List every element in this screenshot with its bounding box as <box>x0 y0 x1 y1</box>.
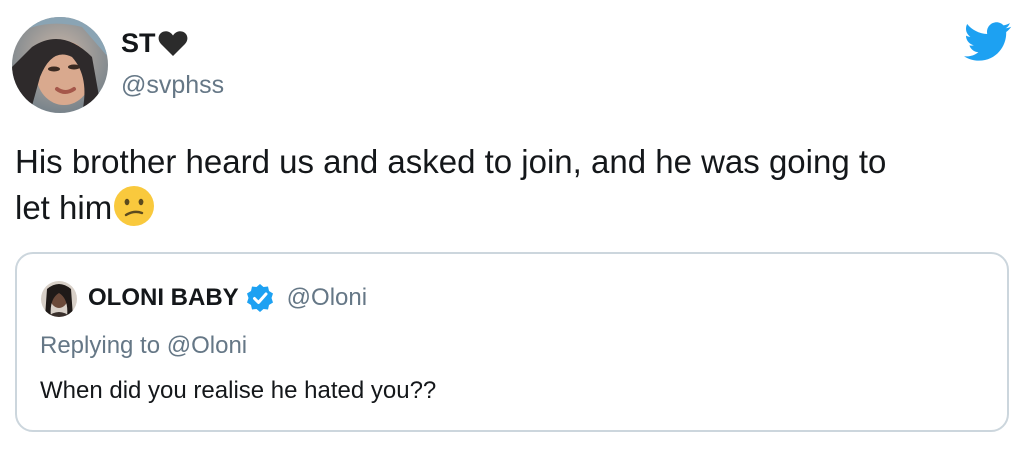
quoted-tweet-text: When did you realise he hated you?? <box>40 377 437 404</box>
twitter-bird-icon[interactable] <box>964 22 1012 62</box>
quoted-tweet[interactable]: OLONI BABY @Oloni Replying to @Oloni Whe… <box>15 252 1009 432</box>
author-display-name[interactable]: ST <box>121 26 188 60</box>
quoted-author-line: OLONI BABY @Oloni <box>88 283 367 313</box>
verified-badge-icon <box>246 284 273 312</box>
tweet-text-line-1: His brother heard us and asked to join, … <box>15 143 887 180</box>
tweet-card: ST @svphss His brother heard us and aske… <box>0 0 1024 449</box>
author-handle[interactable]: @svphss <box>121 70 224 100</box>
profile-photo-icon <box>41 281 77 317</box>
black-heart-icon <box>158 30 187 56</box>
profile-photo-icon <box>12 17 108 113</box>
tweet-text-line-2: let him <box>15 185 1005 231</box>
author-avatar[interactable] <box>12 17 108 113</box>
replying-to-text: Replying to @Oloni <box>40 332 248 359</box>
quoted-author-handle[interactable]: @Oloni <box>287 283 367 313</box>
quoted-author-avatar[interactable] <box>41 281 77 317</box>
tweet-body: His brother heard us and asked to join, … <box>15 139 1005 231</box>
quoted-author-name[interactable]: OLONI BABY <box>88 283 239 313</box>
confused-face-icon <box>114 186 155 226</box>
author-name-text: ST <box>121 28 156 58</box>
tweet-text-line-2-text: let him <box>15 189 113 226</box>
